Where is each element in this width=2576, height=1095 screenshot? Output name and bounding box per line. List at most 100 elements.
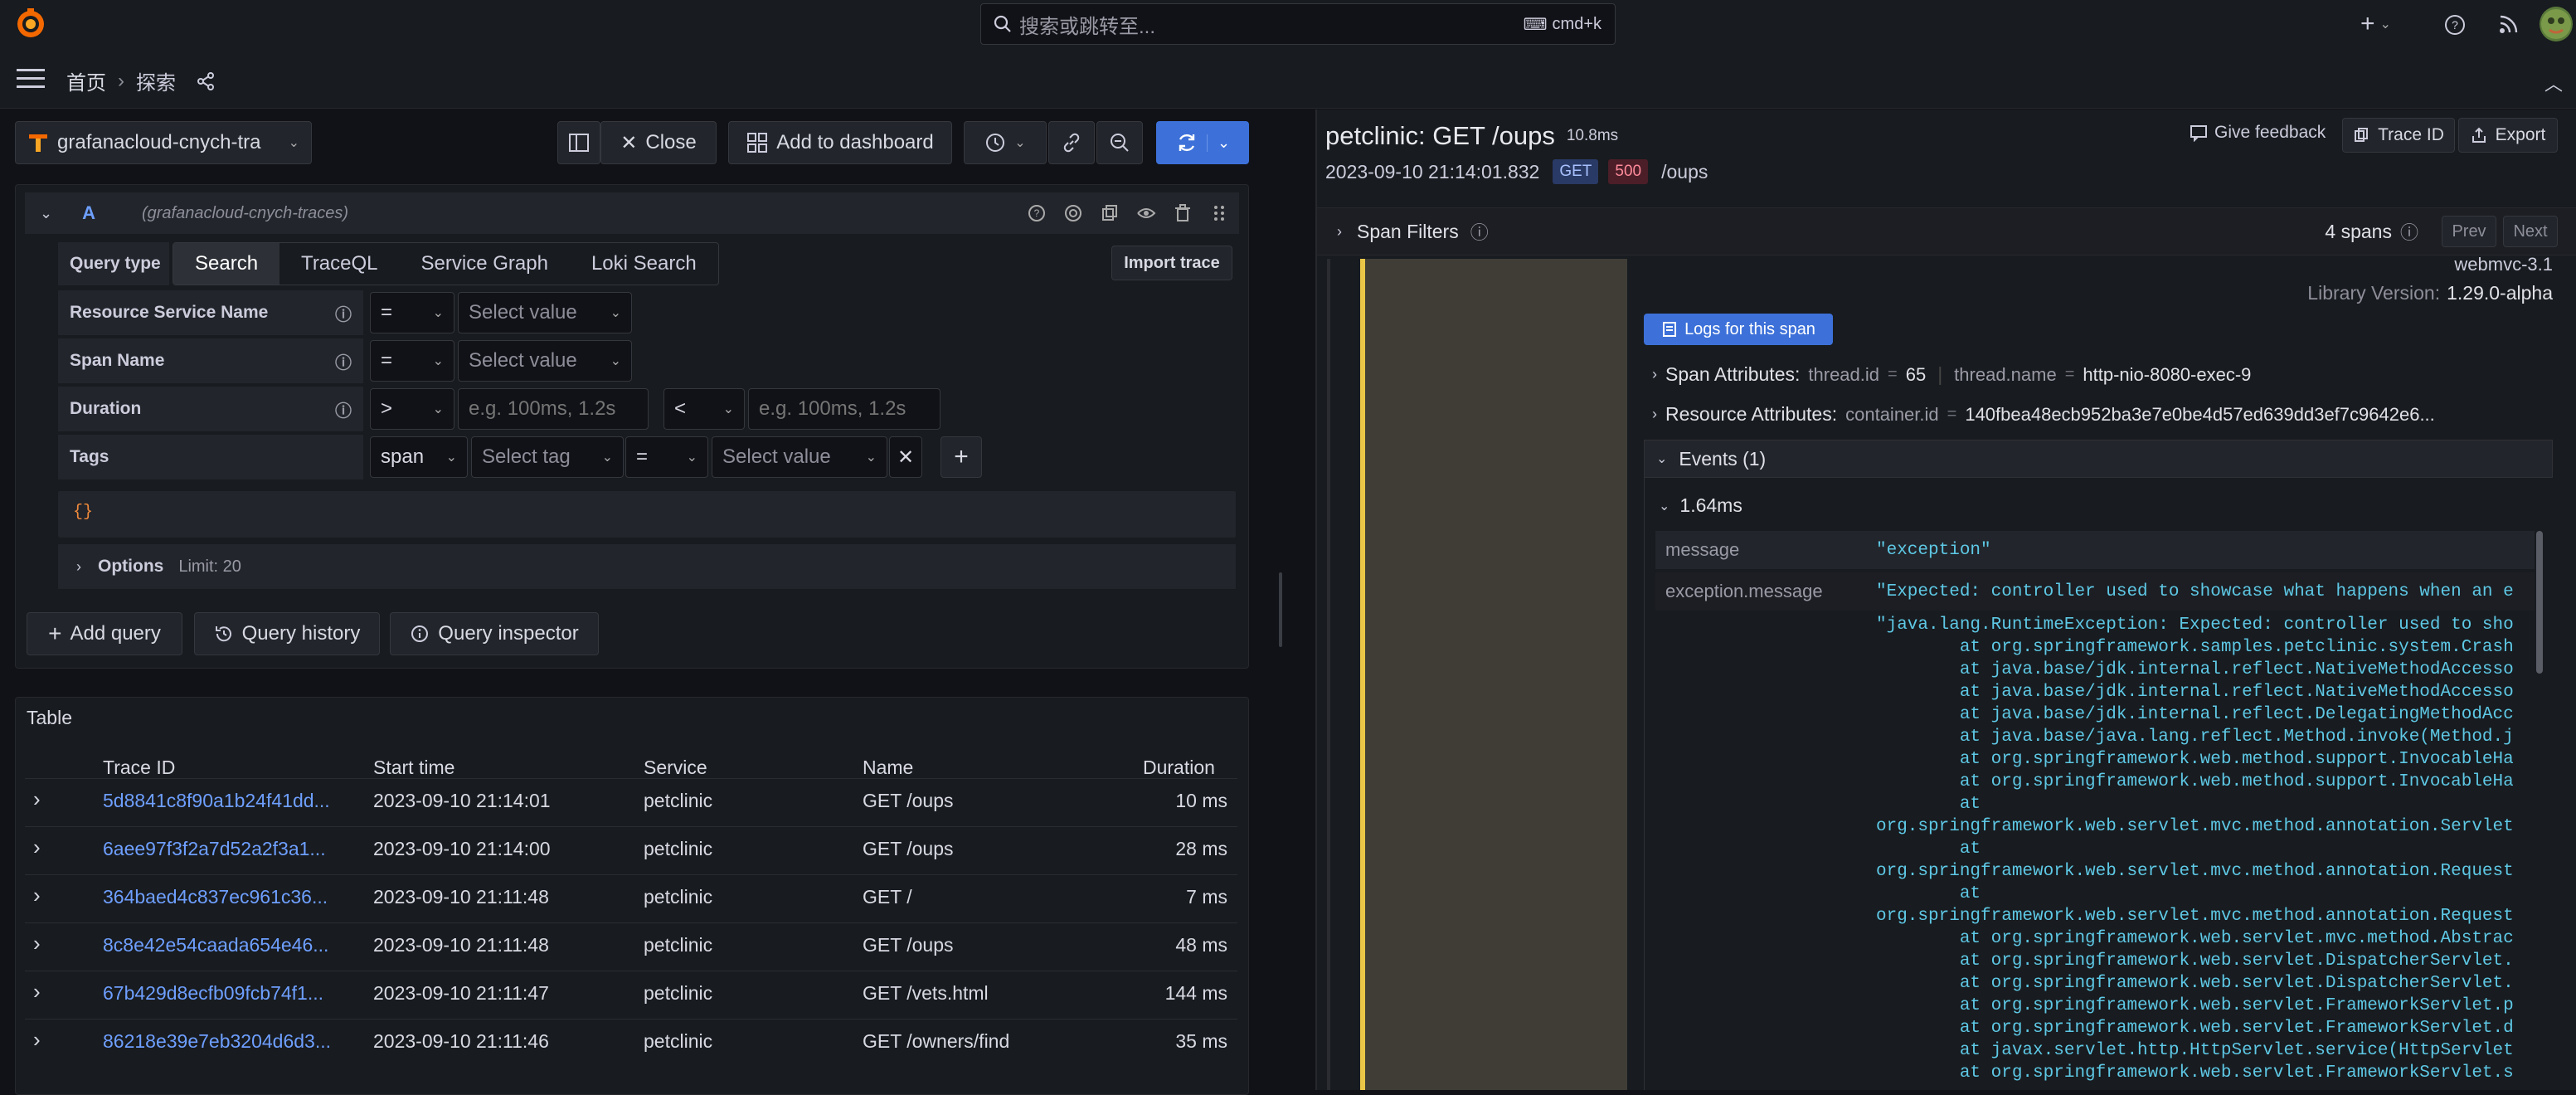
add-tag-button[interactable]: + — [940, 436, 982, 478]
query-inspector-icon[interactable] — [1063, 203, 1083, 223]
trace-id-link[interactable]: 86218e39e7eb3204d6d3... — [103, 1030, 331, 1053]
tab-search[interactable]: Search — [173, 243, 280, 285]
grafana-logo-icon[interactable] — [15, 8, 46, 40]
copy-link-button[interactable] — [1048, 121, 1095, 164]
trash-icon[interactable] — [1173, 203, 1193, 223]
duration-min-input[interactable] — [458, 388, 649, 430]
traceql-preview: {} — [58, 491, 1236, 538]
span-name-value-select[interactable]: Select value ⌄ — [458, 340, 632, 382]
menu-icon[interactable] — [17, 68, 45, 90]
stacktrace-line: at org.springframework.web.method.suppor… — [1876, 772, 2514, 791]
query-history-button[interactable]: Query history — [194, 612, 380, 655]
expand-row-chevron-icon[interactable]: › — [33, 1027, 41, 1053]
tag-value-select[interactable]: Select value ⌄ — [712, 436, 887, 478]
duplicate-icon[interactable] — [1100, 203, 1120, 223]
refresh-icon — [1179, 134, 1195, 152]
tag-operator-select[interactable]: = ⌄ — [625, 436, 708, 478]
add-new-button[interactable]: + ⌄ — [2360, 10, 2391, 38]
help-circle-icon[interactable]: ? — [2443, 13, 2467, 36]
span-filters-label[interactable]: Span Filters — [1357, 221, 1459, 243]
add-query-button[interactable]: + Add query — [27, 612, 182, 655]
tab-loki-search[interactable]: Loki Search — [570, 243, 718, 285]
time-picker-button[interactable]: ⌄ — [964, 121, 1047, 164]
rss-icon[interactable] — [2498, 13, 2520, 35]
service-name-value-select[interactable]: Select value ⌄ — [458, 292, 632, 333]
add-to-dashboard-button[interactable]: Add to dashboard — [728, 121, 952, 164]
span-attributes-row[interactable]: › Span Attributes: thread.id = 65 | thre… — [1652, 363, 2251, 386]
event-field-message — [1655, 531, 2535, 569]
info-icon: ⓘ — [1470, 222, 1489, 243]
column-header-start-time[interactable]: Start time — [373, 757, 454, 779]
expand-row-chevron-icon[interactable]: › — [33, 931, 41, 956]
breadcrumb-home[interactable]: 首页 — [66, 66, 106, 95]
expand-row-chevron-icon[interactable]: › — [33, 979, 41, 1005]
chevron-down-icon[interactable]: ⌄ — [1206, 134, 1230, 152]
run-query-button[interactable]: ⌄ — [1156, 121, 1249, 164]
user-avatar[interactable] — [2540, 7, 2573, 41]
search-icon — [993, 14, 1013, 34]
expand-row-chevron-icon[interactable]: › — [33, 883, 41, 908]
trace-id-link[interactable]: 364baed4c837ec961c36... — [103, 886, 328, 908]
close-split-button[interactable]: ✕ Close — [600, 121, 717, 164]
tag-scope-select[interactable]: span ⌄ — [370, 436, 468, 478]
column-header-duration[interactable]: Duration — [1143, 757, 1215, 779]
duration-max-operator-select[interactable]: < ⌄ — [663, 388, 745, 430]
drag-handle-icon[interactable] — [1209, 203, 1229, 223]
span-name-operator-select[interactable]: = ⌄ — [370, 340, 454, 382]
pane-resize-handle[interactable] — [1279, 572, 1282, 647]
help-icon[interactable]: ? — [1027, 203, 1047, 223]
duration-max-input[interactable] — [748, 388, 940, 430]
tag-name-select[interactable]: Select tag ⌄ — [471, 436, 624, 478]
logs-icon — [1663, 322, 1677, 337]
datasource-picker[interactable]: grafanacloud-cnych-tra ⌄ — [15, 121, 312, 164]
chevron-down-icon: ⌄ — [865, 450, 877, 465]
trace-id-link[interactable]: 6aee97f3f2a7d52a2f3a1... — [103, 838, 326, 860]
chevron-right-icon[interactable]: › — [1337, 223, 1342, 241]
collapse-chevron-icon[interactable]: ⌄ — [40, 205, 52, 222]
chevron-down-icon: ⌄ — [610, 354, 621, 368]
breadcrumb-current: 探索 — [136, 72, 176, 95]
trace-id-link[interactable]: 67b429d8ecfb09fcb74f1... — [103, 982, 323, 1005]
import-trace-button[interactable]: Import trace — [1111, 246, 1232, 280]
expand-row-chevron-icon[interactable]: › — [33, 835, 41, 860]
event-header[interactable]: ⌄ 1.64ms — [1659, 494, 1742, 517]
eye-icon[interactable] — [1136, 203, 1156, 223]
trace-id-button[interactable]: Trace ID — [2342, 118, 2455, 153]
collapse-chevron-up-icon[interactable]: ︿ — [2544, 70, 2563, 96]
prev-span-button[interactable]: Prev — [2442, 216, 2496, 247]
top-bar: 搜索或跳转至... ⌨ cmd+k + ⌄ ? — [0, 0, 2576, 51]
give-feedback-link[interactable]: Give feedback — [2190, 123, 2326, 143]
logs-for-span-button[interactable]: Logs for this span — [1644, 314, 1833, 345]
query-options-row[interactable]: › Options Limit: 20 — [58, 544, 1236, 589]
export-button[interactable]: Export — [2458, 118, 2558, 153]
split-pane-button[interactable] — [557, 121, 600, 164]
tab-service-graph[interactable]: Service Graph — [400, 243, 570, 285]
service-name-operator-select[interactable]: = ⌄ — [370, 292, 454, 333]
column-header-trace-id[interactable]: Trace ID — [103, 757, 175, 779]
zoom-out-button[interactable] — [1096, 121, 1143, 164]
resource-attributes-label: Resource Attributes: — [1665, 403, 1838, 425]
duration-cell: 144 ms — [1164, 982, 1227, 1004]
tab-traceql[interactable]: TraceQL — [279, 243, 399, 285]
start-time-cell: 2023-09-10 21:11:48 — [373, 886, 549, 908]
chevron-down-icon: ⌄ — [722, 402, 734, 416]
resource-attributes-row[interactable]: › Resource Attributes: container.id = 14… — [1652, 403, 2564, 426]
query-inspector-button[interactable]: Query inspector — [390, 612, 599, 655]
duration-min-operator-select[interactable]: > ⌄ — [370, 388, 454, 430]
stacktrace-line: at org.springframework.web.servlet.Frame… — [1876, 1063, 2514, 1083]
remove-tag-button[interactable]: ✕ — [889, 436, 922, 478]
trace-id-link[interactable]: 5d8841c8f90a1b24f41dd... — [103, 790, 330, 812]
chevron-down-icon: ⌄ — [445, 450, 457, 465]
share-icon[interactable] — [196, 71, 216, 91]
search-input[interactable]: 搜索或跳转至... ⌨ cmd+k — [980, 3, 1616, 45]
stacktrace-line: at — [1876, 840, 1981, 859]
trace-meta-row: 2023-09-10 21:14:01.832 GET 500 /oups — [1325, 159, 1708, 184]
column-header-name[interactable]: Name — [863, 757, 913, 779]
expand-row-chevron-icon[interactable]: › — [33, 786, 41, 812]
trace-id-link[interactable]: 8c8e42e54caada654e46... — [103, 934, 328, 956]
events-scrollbar[interactable] — [2536, 531, 2543, 674]
events-header[interactable]: ⌄ Events (1) — [1644, 440, 2553, 478]
next-span-button[interactable]: Next — [2503, 216, 2558, 247]
column-header-service[interactable]: Service — [644, 757, 707, 779]
query-ref-id[interactable]: A — [82, 202, 95, 224]
